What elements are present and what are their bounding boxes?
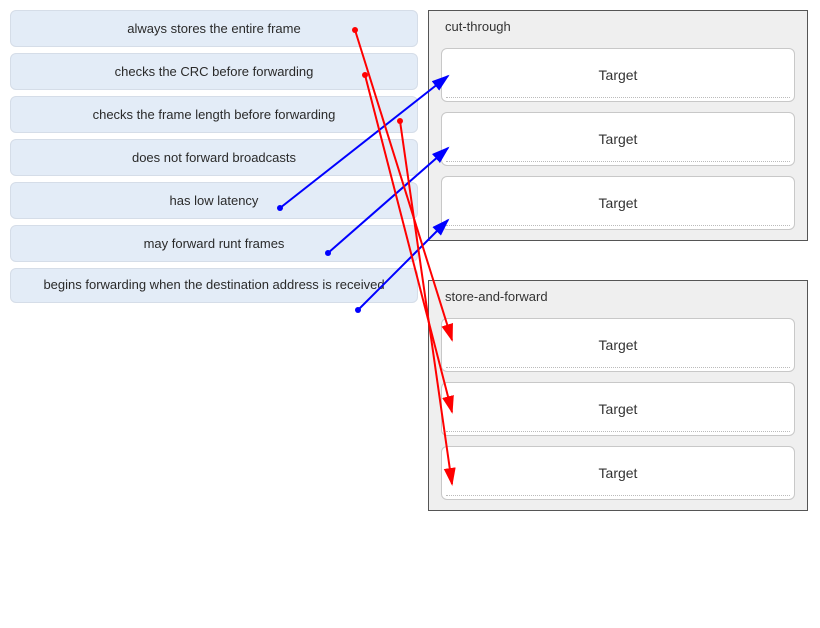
source-panel: always stores the entire frame checks th… <box>10 10 418 309</box>
source-item-4[interactable]: does not forward broadcasts <box>10 139 418 176</box>
target-slot[interactable]: Target <box>441 318 795 372</box>
source-item-2[interactable]: checks the CRC before forwarding <box>10 53 418 90</box>
source-item-6[interactable]: may forward runt frames <box>10 225 418 262</box>
source-item-1[interactable]: always stores the entire frame <box>10 10 418 47</box>
source-item-5[interactable]: has low latency <box>10 182 418 219</box>
group-header: store-and-forward <box>429 281 807 310</box>
group-header: cut-through <box>429 11 807 40</box>
target-group-cut-through: cut-through Target Target Target <box>428 10 808 241</box>
source-item-3[interactable]: checks the frame length before forwardin… <box>10 96 418 133</box>
matching-diagram: always stores the entire frame checks th… <box>0 0 820 628</box>
target-slot[interactable]: Target <box>441 176 795 230</box>
target-slot[interactable]: Target <box>441 48 795 102</box>
source-item-7[interactable]: begins forwarding when the destination a… <box>10 268 418 303</box>
target-slot[interactable]: Target <box>441 446 795 500</box>
target-slot[interactable]: Target <box>441 112 795 166</box>
target-group-store-and-forward: store-and-forward Target Target Target <box>428 280 808 511</box>
target-slot[interactable]: Target <box>441 382 795 436</box>
